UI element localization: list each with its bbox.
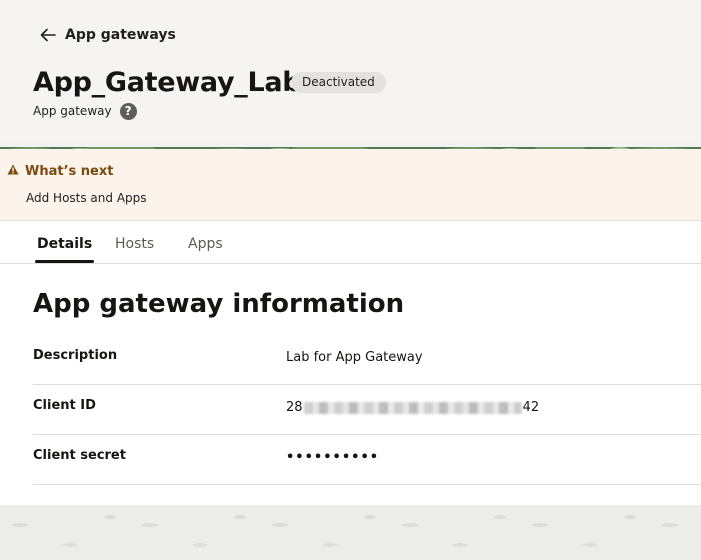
details-panel: App gateway information Description Lab … — [0, 264, 701, 505]
client-id-prefix: 28 — [286, 400, 303, 415]
resource-type-label: App gateway — [33, 104, 112, 118]
client-id-label: Client ID — [33, 398, 96, 413]
client-id-value: 28 42 — [286, 400, 539, 415]
tab-apps[interactable]: Apps — [188, 221, 223, 263]
redacted-blur — [303, 401, 522, 414]
warning-icon — [7, 164, 19, 179]
description-value: Lab for App Gateway — [286, 350, 423, 365]
client-id-row: Client ID 28 42 — [33, 384, 701, 435]
page-subtitle: App gateway ? — [33, 102, 137, 120]
tab-hosts[interactable]: Hosts — [115, 221, 154, 263]
whats-next-heading: What’s next — [7, 164, 113, 179]
description-row: Description Lab for App Gateway — [33, 334, 701, 385]
arrow-left-icon — [40, 28, 56, 42]
add-hosts-and-apps-link[interactable]: Add Hosts and Apps — [26, 191, 147, 205]
back-to-app-gateways-link[interactable]: App gateways — [40, 25, 176, 45]
help-icon[interactable]: ? — [119, 102, 137, 120]
back-link-label[interactable]: App gateways — [65, 27, 176, 43]
tab-bar: Details Hosts Apps — [0, 221, 701, 264]
section-heading: App gateway information — [33, 289, 405, 319]
page-header: App gateways App_Gateway_Lab Deactivated… — [0, 0, 701, 141]
client-secret-value: •••••••••• — [286, 450, 380, 465]
description-label: Description — [33, 348, 118, 363]
client-secret-row: Client secret •••••••••• — [33, 434, 701, 485]
whats-next-panel: What’s next Add Hosts and Apps — [0, 149, 701, 221]
background-texture — [0, 505, 701, 560]
status-badge: Deactivated — [291, 72, 386, 93]
page-title: App_Gateway_Lab — [33, 67, 302, 98]
client-id-suffix: 42 — [522, 400, 540, 415]
whats-next-title: What’s next — [25, 164, 114, 179]
client-secret-label: Client secret — [33, 448, 126, 463]
tab-details[interactable]: Details — [34, 221, 95, 263]
